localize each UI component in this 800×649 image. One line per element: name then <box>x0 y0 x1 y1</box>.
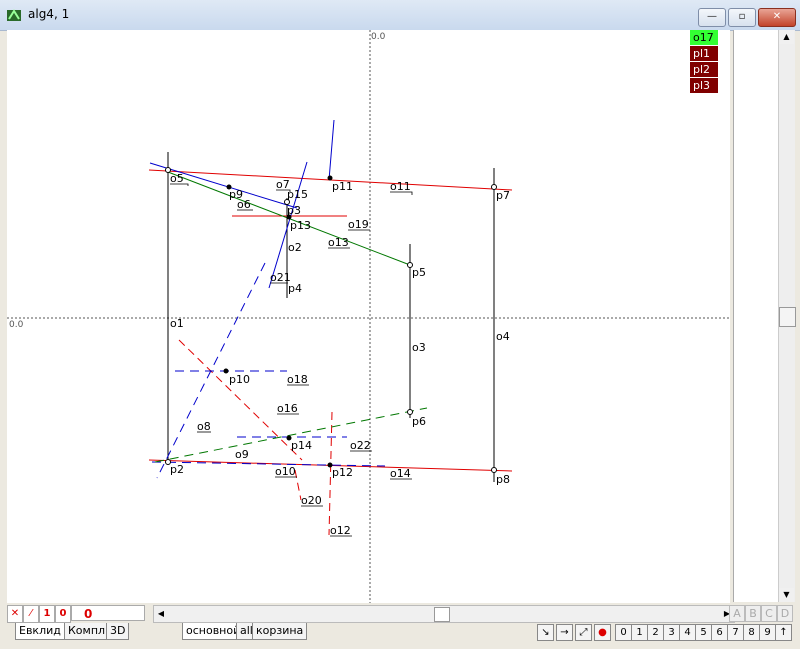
legend-item-o17[interactable]: o17 <box>690 30 718 45</box>
scroll-left-icon[interactable]: ◀ <box>154 606 168 622</box>
label-o22: o22 <box>350 439 371 452</box>
label-p8: p8 <box>496 473 510 486</box>
segment-tool-icon[interactable]: ↘ <box>537 624 554 641</box>
label-p3: p3 <box>287 204 301 217</box>
label-o19: o19 <box>348 218 369 231</box>
zero-toggle[interactable]: 0 <box>55 605 71 623</box>
label-o4: o4 <box>496 330 510 343</box>
label-o14: o14 <box>390 467 411 480</box>
arrow-tool-icon[interactable]: → <box>556 624 573 641</box>
line-o7 <box>149 162 298 209</box>
digit-9-button[interactable]: 9 <box>759 624 776 641</box>
label-p4: p4 <box>288 282 302 295</box>
layer-a-button[interactable]: A <box>729 605 745 622</box>
status-row: ✕ ⁄ 1 0 0 ◀ ▶ A B C D <box>7 605 793 623</box>
tab-euclid[interactable]: Евклид <box>15 623 65 640</box>
legend: o17 pl1 pl2 pl3 <box>690 30 718 94</box>
delete-icon[interactable]: ✕ <box>7 605 23 623</box>
label-p13: p13 <box>290 219 311 232</box>
title-bar: alg4, 1 — ▫ ✕ <box>0 0 800 31</box>
digit-2-button[interactable]: 2 <box>647 624 664 641</box>
label-o9: o9 <box>235 448 249 461</box>
label-o16: o16 <box>277 402 298 415</box>
label-o13: o13 <box>328 236 349 249</box>
legend-item-pl3[interactable]: pl3 <box>690 78 718 93</box>
window-title: alg4, 1 <box>28 7 70 21</box>
drawing-canvas[interactable]: 0.0 0.0 o5 o7 o6 o11 o19 o13 o2 o21 o1 o… <box>7 30 730 603</box>
line-tool-icon[interactable]: ⁄ <box>23 605 39 623</box>
digit-8-button[interactable]: 8 <box>743 624 760 641</box>
label-p14: p14 <box>291 439 312 452</box>
label-p11: p11 <box>332 180 353 193</box>
line-o5 <box>154 407 428 463</box>
point-p10 <box>223 368 229 374</box>
label-o2: o2 <box>288 241 302 254</box>
label-o8: o8 <box>197 420 211 433</box>
label-p2: p2 <box>170 463 184 476</box>
digit-4-button[interactable]: 4 <box>679 624 696 641</box>
legend-item-pl1[interactable]: pl1 <box>690 46 718 61</box>
label-p6-lower: p6 <box>412 415 426 428</box>
label-p12: p12 <box>332 466 353 479</box>
y-axis-label: 0.0 <box>371 32 386 42</box>
digit-3-button[interactable]: 3 <box>663 624 680 641</box>
close-button[interactable]: ✕ <box>758 8 796 27</box>
resize-tool-icon[interactable]: ⤢ <box>575 624 592 641</box>
label-o10: o10 <box>275 465 296 478</box>
scroll-down-icon[interactable]: ▼ <box>779 588 794 602</box>
line-o13 <box>328 119 335 181</box>
horizontal-scroll-thumb[interactable] <box>434 607 450 622</box>
layer-b-button[interactable]: B <box>745 605 761 622</box>
scroll-up-icon[interactable]: ▲ <box>779 30 794 44</box>
label-o20: o20 <box>301 494 322 507</box>
digit-5-button[interactable]: 5 <box>695 624 712 641</box>
one-toggle[interactable]: 1 <box>39 605 55 623</box>
line-o16 <box>178 339 303 461</box>
counter-field: 0 <box>71 605 145 621</box>
vertical-scroll-thumb[interactable] <box>779 307 796 327</box>
point-tool-icon[interactable]: ● <box>594 624 611 641</box>
minimize-button[interactable]: — <box>698 8 726 27</box>
up-arrow-icon[interactable]: ↑ <box>775 624 792 641</box>
tab-trash[interactable]: корзина <box>252 623 308 640</box>
tab-main[interactable]: основной <box>182 623 245 640</box>
digit-7-button[interactable]: 7 <box>727 624 744 641</box>
point-p6b <box>407 409 413 415</box>
label-p7: p7 <box>496 189 510 202</box>
label-p5: p5 <box>412 266 426 279</box>
tabs-row: Евклид Компл. 3D основной all корзина ↘ … <box>7 623 793 643</box>
label-o1: o1 <box>170 317 184 330</box>
digit-6-button[interactable]: 6 <box>711 624 728 641</box>
label-o3: o3 <box>412 341 426 354</box>
label-p6: p6 <box>174 172 188 185</box>
layer-d-button[interactable]: D <box>777 605 793 622</box>
geometry-drawing: 0.0 0.0 o5 o7 o6 o11 o19 o13 o2 o21 o1 o… <box>7 30 730 603</box>
label-o12: o12 <box>330 524 351 537</box>
app-icon <box>7 9 21 21</box>
maximize-button[interactable]: ▫ <box>728 8 756 27</box>
point-p8 <box>491 467 497 473</box>
x-axis-label: 0.0 <box>9 320 24 330</box>
tab-3d[interactable]: 3D <box>106 623 130 640</box>
label-o18: o18 <box>287 373 308 386</box>
legend-item-pl2[interactable]: pl2 <box>690 62 718 77</box>
digit-1-button[interactable]: 1 <box>631 624 648 641</box>
right-panel: ▲ ▼ <box>733 30 796 602</box>
digit-0-button[interactable]: 0 <box>615 624 632 641</box>
label-o11: o11 <box>390 180 411 193</box>
horizontal-scrollbar[interactable]: ◀ ▶ <box>153 605 735 623</box>
layer-c-button[interactable]: C <box>761 605 777 622</box>
label-p10: p10 <box>229 373 250 386</box>
label-p9: p9 <box>229 188 243 201</box>
